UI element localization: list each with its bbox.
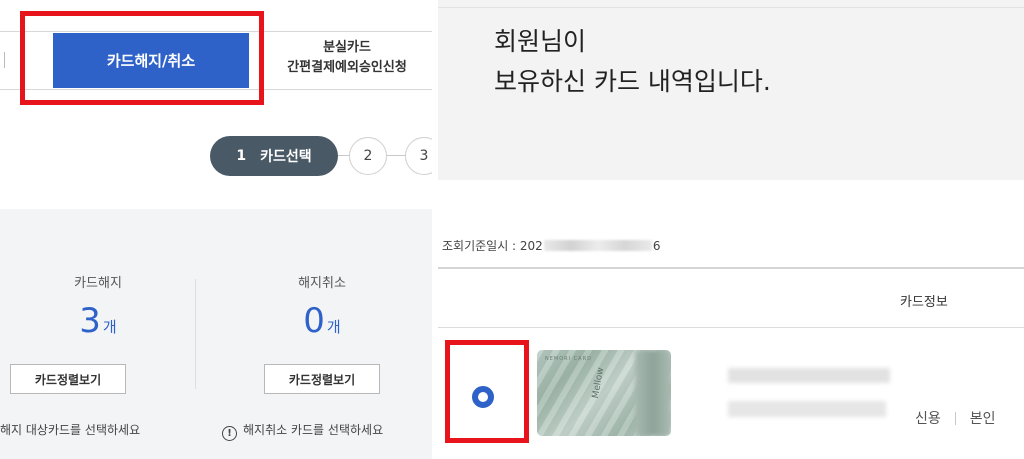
- revoke-count-number: 0: [303, 301, 325, 341]
- tag-credit: 신용: [915, 411, 941, 427]
- cancel-label: 카드해지: [74, 276, 122, 291]
- cancel-count-unit: 개: [102, 318, 117, 336]
- table-header-line: [438, 327, 1024, 328]
- info-circle-icon: !: [222, 426, 237, 441]
- welcome-line1: 회원님이: [494, 27, 587, 56]
- revoke-label: 해지취소: [298, 276, 346, 291]
- query-date-prefix: 조회기준일시 : 202: [442, 239, 543, 253]
- query-date-suffix: 6: [652, 239, 661, 253]
- blurred-date: [543, 240, 652, 251]
- banner-top-line: [438, 7, 1024, 8]
- card-blur-strip: [635, 350, 671, 436]
- revoke-hint-text: 해지취소 카드를 선택하세요: [243, 423, 384, 437]
- cancel-hint: 해지 대상카드를 선택하세요: [0, 421, 140, 438]
- card-summary: 카드해지 3개 카드정렬보기 해지 대상카드를 선택하세요 해지취소 0개 카드…: [0, 209, 432, 459]
- cancel-count: 3개: [0, 301, 196, 341]
- card-select-radio[interactable]: [472, 386, 494, 408]
- revoke-sort-button[interactable]: 카드정렬보기: [264, 364, 380, 394]
- step-2: 2: [349, 137, 387, 175]
- tag-owner: 본인: [969, 411, 996, 427]
- query-date: 조회기준일시 : 202 6: [442, 237, 660, 254]
- welcome-line2: 보유하신 카드 내역입니다.: [494, 67, 771, 96]
- tab-lost-card-line2: 간편결제예외승인신청: [287, 60, 407, 75]
- summary-revoke: 해지취소 0개 카드정렬보기 ! 해지취소 카드를 선택하세요: [222, 209, 420, 459]
- card-tags: 신용 본인: [915, 408, 996, 428]
- step-1-active: 1 카드선택: [210, 136, 338, 176]
- tab-lost-card[interactable]: 분실카드 간편결제예외승인신청: [262, 38, 432, 84]
- revoke-count: 0개: [224, 301, 420, 341]
- step-3: 3: [405, 137, 432, 175]
- welcome-message: 회원님이 보유하신 카드 내역입니다.: [494, 22, 771, 102]
- cancel-count-number: 3: [79, 301, 101, 341]
- tab-lost-card-line1: 분실카드: [323, 40, 371, 55]
- summary-cancel: 카드해지 3개 카드정렬보기 해지 대상카드를 선택하세요: [0, 209, 196, 459]
- blurred-card-name: [728, 368, 890, 383]
- table-top-line: [438, 267, 1024, 269]
- card-cancel-panel: 카드해지/취소 분실카드 간편결제예외승인신청 1 카드선택 2 3 카드해지 …: [0, 0, 432, 459]
- blurred-card-number: [728, 401, 886, 417]
- revoke-count-unit: 개: [326, 318, 341, 336]
- column-card-info: 카드정보: [900, 295, 948, 310]
- card-image: NEMORI CARD Mellow: [537, 350, 671, 436]
- tag-separator: [954, 411, 956, 425]
- step-1-label: 카드선택: [260, 149, 312, 165]
- cancel-hint-text: 해지 대상카드를 선택하세요: [0, 423, 141, 437]
- tab-separator: [4, 52, 5, 68]
- cancel-sort-button[interactable]: 카드정렬보기: [10, 364, 126, 394]
- step-1-number: 1: [236, 148, 247, 164]
- step-indicator: 1 카드선택 2 3: [210, 136, 432, 176]
- card-list-panel: 회원님이 보유하신 카드 내역입니다. 조회기준일시 : 202 6 카드정보 N…: [432, 0, 1024, 459]
- revoke-hint: ! 해지취소 카드를 선택하세요: [222, 421, 383, 441]
- card-brand-text: NEMORI CARD: [545, 356, 592, 362]
- highlight-box-tab: [20, 11, 264, 105]
